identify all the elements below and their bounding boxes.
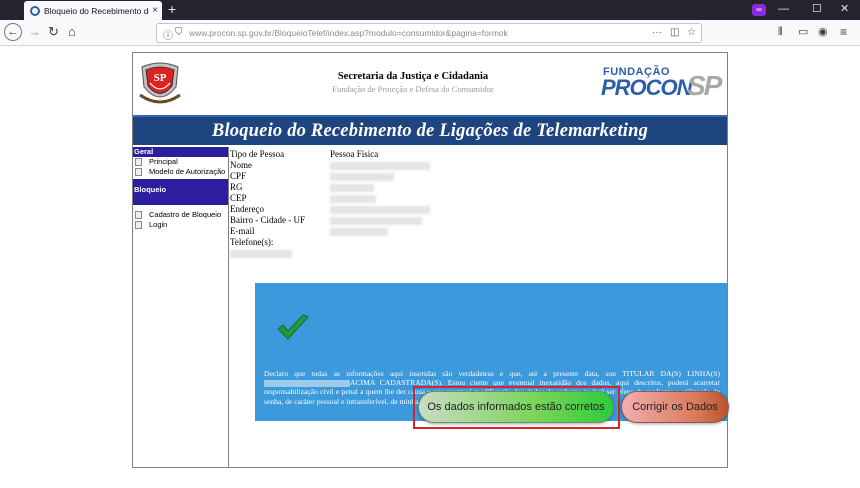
- sidebar-section-general: Geral: [133, 147, 228, 157]
- redacted-value: [330, 228, 388, 236]
- minimize-button[interactable]: —: [778, 3, 789, 15]
- home-icon[interactable]: ⌂: [68, 25, 76, 39]
- correct-data-button[interactable]: Corrigir os Dados: [621, 391, 729, 423]
- redacted-value: [330, 206, 430, 214]
- checkmark-icon: [277, 314, 309, 340]
- address-bar[interactable]: ⓘ ⛉ www.procon.sp.gov.br/BloqueioTelef/i…: [156, 23, 702, 43]
- info-icon[interactable]: ⓘ: [163, 27, 173, 42]
- procon-logo-text: PROCON: [601, 75, 693, 100]
- header-title: Secretaria da Justiça e Cidadania: [337, 71, 489, 82]
- confirm-data-button[interactable]: Os dados informados estão corretos: [418, 391, 614, 423]
- declaration-text-start: Declaro que todas as informações aqui in…: [264, 369, 720, 378]
- procon-logo-sp: SP: [687, 70, 722, 101]
- browser-tab[interactable]: Bloqueio do Recebimento de ×: [24, 1, 162, 20]
- field-label: CEP: [230, 193, 247, 203]
- field-label: Nome: [230, 160, 252, 170]
- field-label: Bairro - Cidade - UF: [230, 215, 305, 225]
- menu-icon[interactable]: ≡: [840, 25, 847, 39]
- redacted-value: [330, 195, 376, 203]
- reload-icon[interactable]: ↻: [48, 25, 59, 39]
- url-text[interactable]: www.procon.sp.gov.br/BloqueioTelef/index…: [189, 28, 508, 38]
- page-icon: [135, 221, 142, 229]
- redacted-value: [330, 162, 430, 170]
- sidebar: Geral Principal Modelo de Autorização Bl…: [133, 147, 229, 467]
- sidebar-item-label: Cadastro de Bloqueio: [149, 210, 222, 219]
- redacted-value: [330, 184, 374, 192]
- sidebar-item-label: Modelo de Autorização: [149, 167, 226, 176]
- back-arrow-icon[interactable]: ←: [4, 23, 22, 41]
- sidebar-item-modelo[interactable]: Modelo de Autorização: [133, 167, 228, 177]
- field-label: RG: [230, 182, 243, 192]
- shield-icon[interactable]: ⛉: [175, 27, 183, 38]
- pocket-icon[interactable]: ◫: [670, 27, 679, 38]
- field-label: Endereço: [230, 204, 264, 214]
- sidebar-toggle-icon[interactable]: ▭: [798, 25, 808, 39]
- sidebar-section-block: Bloqueio: [133, 179, 228, 205]
- maximize-button[interactable]: ☐: [812, 3, 822, 15]
- bookmark-star-icon[interactable]: ☆: [687, 27, 696, 38]
- sidebar-item-principal[interactable]: Principal: [133, 157, 228, 167]
- account-icon[interactable]: ◉: [818, 25, 828, 39]
- sidebar-item-login[interactable]: Login: [133, 220, 228, 230]
- page-icon: [135, 211, 142, 219]
- page-banner: Bloqueio do Recebimento de Ligações de T…: [133, 115, 727, 145]
- browser-tab-bar: Bloqueio do Recebimento de × + ∞ — ☐ ✕: [0, 0, 860, 20]
- sp-state-seal-icon: SP: [139, 62, 181, 104]
- close-tab-icon[interactable]: ×: [152, 5, 158, 16]
- field-label: CPF: [230, 171, 247, 181]
- new-tab-button[interactable]: +: [168, 2, 176, 16]
- sidebar-item-cadastro[interactable]: Cadastro de Bloqueio: [133, 210, 228, 220]
- close-window-button[interactable]: ✕: [840, 3, 849, 15]
- field-value: Pessoa Física: [330, 149, 379, 159]
- page-icon: [135, 168, 142, 176]
- redacted-value: [230, 250, 292, 258]
- browser-nav-bar: ← → ↻ ⌂ ⓘ ⛉ www.procon.sp.gov.br/Bloquei…: [0, 20, 860, 46]
- redacted-value: [330, 173, 394, 181]
- private-browsing-icon: ∞: [752, 4, 766, 16]
- sidebar-item-label: Login: [149, 220, 168, 229]
- field-label: Telefone(s):: [230, 237, 274, 247]
- banner-title: Bloqueio do Recebimento de Ligações de T…: [211, 121, 649, 141]
- page-icon: [135, 158, 142, 166]
- forward-arrow-icon[interactable]: →: [28, 25, 41, 39]
- page-actions-icon[interactable]: ···: [652, 27, 662, 38]
- header-subtitle: Fundação de Proteção e Defesa do Consumi…: [332, 84, 494, 94]
- site-favicon-icon: [30, 5, 40, 16]
- page-header: SP Secretaria da Justiça e Cidadania Fun…: [133, 53, 727, 113]
- field-label: Tipo de Pessoa: [230, 149, 285, 159]
- library-icon[interactable]: ⫴: [778, 25, 783, 39]
- page-frame: SP Secretaria da Justiça e Cidadania Fun…: [132, 52, 729, 468]
- field-label: E-mail: [230, 226, 255, 236]
- redacted-value: [330, 217, 422, 225]
- redacted-phone: [264, 379, 350, 387]
- tab-title: Bloqueio do Recebimento de: [44, 5, 150, 16]
- sidebar-item-label: Principal: [149, 157, 178, 166]
- seal-text: SP: [154, 72, 167, 84]
